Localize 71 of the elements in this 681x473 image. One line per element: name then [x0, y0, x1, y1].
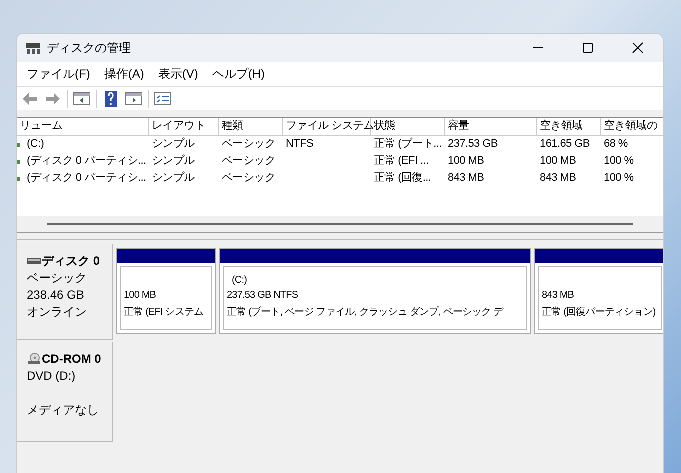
column-header[interactable]: リューム — [17, 118, 149, 136]
window-title: ディスクの管理 — [47, 40, 131, 57]
disk-name: ディスク 0 — [42, 253, 100, 270]
maximize-icon — [582, 42, 594, 54]
action-pane-icon — [125, 90, 143, 106]
column-header[interactable]: 種類 — [219, 118, 283, 136]
table-cell-text: (ディスク 0 パーティシ... — [27, 171, 146, 186]
disk-info-text: オンライン — [27, 305, 87, 319]
partition-status: 正常 (EFI システム — [124, 306, 205, 320]
column-header[interactable]: 空き領域の — [601, 118, 663, 136]
cd-drive-icon — [27, 353, 41, 365]
disk-drive-icon — [27, 258, 41, 264]
table-cell-text: (C:) — [27, 137, 44, 152]
disk-info-text: 238.46 GB — [27, 288, 84, 302]
partition-block[interactable]: 100 MB 正常 (EFI システム — [116, 248, 216, 334]
partition-status: 正常 (ブート, ページ ファイル, クラッシュ ダンプ, ベーシック デ — [227, 306, 505, 320]
menu-item[interactable]: ヘルプ(H) — [208, 65, 269, 83]
volume-icon — [17, 142, 20, 146]
table-cell-text: ベーシック — [222, 154, 276, 170]
table-cell-text: 正常 (EFI ... — [374, 154, 429, 170]
disk-label-panel[interactable]: CD-ROM 0 DVD (D:) メディアなし — [17, 342, 113, 442]
disk-label-panel[interactable]: ディスク 0 ベーシック 238.46 GB オンライン — [17, 244, 113, 340]
table-cell-text: (ディスク 0 パーティシ... — [27, 154, 146, 170]
table-cell-text: 正常 (ブート... — [374, 136, 442, 152]
column-header[interactable]: 容量 — [445, 118, 537, 136]
table-cell-text: 100 MB — [448, 154, 484, 170]
partition-size: 843 MB — [542, 289, 576, 303]
forward-icon — [44, 90, 62, 106]
table-cell-text: 843 MB — [448, 171, 484, 186]
disk-management-icon — [25, 41, 41, 55]
table-cell-text: 100 MB — [540, 154, 576, 170]
table-cell-text: ベーシック — [222, 171, 276, 186]
disk-info-text: ベーシック — [27, 271, 87, 285]
partition-size: 100 MB — [124, 289, 158, 303]
partition-status: 正常 (回復パーティション) — [542, 306, 657, 320]
menu-item[interactable]: ファイル(F) — [23, 65, 94, 83]
volume-row[interactable]: (C:) シンプル ベーシック NTFS 正常 (ブート... 237.53 GB 161.65 GB 68 % — [17, 136, 663, 153]
menu-item[interactable]: 操作(A) — [100, 65, 148, 83]
volume-row[interactable]: (ディスク 0 パーティシ... シンプル ベーシック 正常 (EFI ... 100 MB 100 MB 100 % — [17, 153, 663, 170]
table-cell-text: シンプル — [152, 170, 195, 186]
back-icon — [21, 90, 39, 106]
table-cell-text: NTFS — [286, 137, 314, 152]
table-cell-text: 161.65 GB — [540, 137, 590, 152]
table-cell-text: シンプル — [152, 136, 195, 152]
partition-label: (C:) — [232, 275, 248, 286]
console-tree-icon — [73, 90, 91, 106]
table-cell-text: 843 MB — [540, 171, 576, 186]
disk-name: CD-ROM 0 — [42, 351, 102, 368]
help-icon — [102, 90, 120, 106]
volume-icon — [17, 160, 20, 164]
table-cell-text: ベーシック — [222, 137, 276, 152]
column-header[interactable]: 空き領域 — [537, 118, 601, 136]
close-icon — [632, 42, 644, 54]
column-header[interactable]: ファイル システム — [283, 118, 371, 136]
table-cell-text: 68 % — [604, 137, 628, 152]
partition-block[interactable]: 843 MB 正常 (回復パーティション) — [534, 248, 663, 334]
disk-info-text: DVD (D:) — [27, 369, 76, 383]
disk-info-text: メディアなし — [27, 403, 99, 417]
volume-icon — [17, 176, 20, 180]
menu-item[interactable]: 表示(V) — [154, 65, 202, 83]
table-cell-text: 237.53 GB — [448, 137, 498, 152]
table-cell-text: シンプル — [152, 154, 195, 170]
properties-icon — [154, 90, 172, 106]
volume-row[interactable]: (ディスク 0 パーティシ... シンプル ベーシック 正常 (回復... 843 MB 843 MB 100 % — [17, 170, 663, 187]
partition-block[interactable]: (C:) 237.53 GB NTFS 正常 (ブート, ページ ファイル, クラッシュ ダンプ, ベーシック デ — [219, 248, 531, 334]
horizontal-scrollbar[interactable] — [17, 216, 663, 232]
table-cell-text: 100 % — [604, 171, 634, 186]
table-cell-text: 正常 (回復... — [374, 171, 432, 186]
column-header[interactable]: レイアウト — [149, 118, 219, 136]
table-cell-text: 100 % — [604, 154, 634, 170]
partition-size: 237.53 GB NTFS — [227, 289, 300, 303]
